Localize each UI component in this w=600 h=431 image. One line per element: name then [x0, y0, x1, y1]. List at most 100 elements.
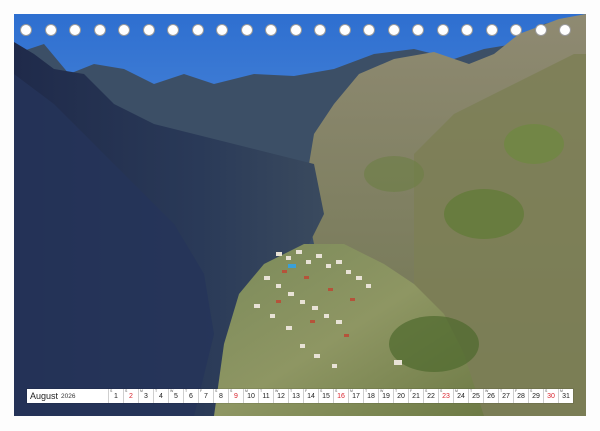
- binding-hole: [191, 24, 204, 36]
- weekday-label: W: [275, 389, 279, 393]
- day-cell: S2: [124, 389, 139, 403]
- binding-hole: [167, 24, 179, 36]
- day-number: 26: [487, 393, 495, 400]
- weekday-label: S: [440, 389, 443, 393]
- day-number: 19: [382, 393, 390, 400]
- binding-hole: [20, 24, 32, 36]
- day-cell: S8: [214, 389, 229, 403]
- day-number: 25: [472, 393, 480, 400]
- day-cell: M3: [139, 389, 154, 403]
- binding-hole: [93, 24, 106, 36]
- weekday-label: T: [185, 389, 188, 393]
- day-number: 17: [352, 393, 360, 400]
- binding-hole: [387, 24, 400, 36]
- day-number: 23: [442, 393, 450, 400]
- day-number: 27: [502, 393, 510, 400]
- weekday-label: M: [455, 389, 458, 393]
- day-cell: S1: [109, 389, 124, 403]
- day-cell: S 23: [439, 389, 454, 403]
- binding-hole: [240, 24, 253, 36]
- day-cell: T6: [184, 389, 199, 403]
- day-cell: T 25: [469, 389, 484, 403]
- binding-hole: [534, 24, 547, 36]
- day-number: 9: [234, 393, 238, 400]
- day-number: 13: [292, 393, 300, 400]
- weekday-label: T: [290, 389, 293, 393]
- day-cell: T 18: [364, 389, 379, 403]
- binding-hole: [44, 24, 57, 36]
- binding-hole: [436, 24, 449, 36]
- calendar-strip: August 2026 S 1 S 2 M 3 T 4 W 5 T 6 F 7 S 8 S 9 M 10 T 11 W 12 T…: [27, 389, 573, 403]
- day-cell: T 20: [394, 389, 409, 403]
- day-cell: W 26: [484, 389, 499, 403]
- day-number: 15: [322, 393, 330, 400]
- binding-hole: [338, 24, 351, 36]
- day-number: 30: [547, 393, 555, 400]
- day-cell: T 13: [289, 389, 304, 403]
- day-number: 1: [114, 393, 118, 400]
- weekday-label: T: [155, 389, 158, 393]
- binding-hole: [412, 24, 424, 36]
- weekday-label: W: [485, 389, 489, 393]
- day-number: 18: [367, 393, 375, 400]
- spiral-binding: [20, 24, 580, 38]
- weekday-label: F: [305, 389, 308, 393]
- binding-hole: [314, 24, 326, 36]
- day-cell: F 21: [409, 389, 424, 403]
- binding-hole: [69, 24, 81, 36]
- day-number: 14: [307, 393, 315, 400]
- weekday-label: M: [350, 389, 353, 393]
- month-label: August 2026: [27, 389, 109, 403]
- binding-hole: [118, 24, 130, 36]
- binding-hole: [461, 24, 473, 36]
- day-number: 7: [204, 393, 208, 400]
- weekday-label: S: [125, 389, 128, 393]
- day-cell: F7: [199, 389, 214, 403]
- day-cell: T4: [154, 389, 169, 403]
- weekday-label: F: [515, 389, 518, 393]
- day-number: 24: [457, 393, 465, 400]
- day-cell: T 11: [259, 389, 274, 403]
- day-number: 2: [129, 393, 133, 400]
- weekday-label: M: [245, 389, 248, 393]
- day-number: 16: [337, 393, 345, 400]
- day-number: 29: [532, 393, 540, 400]
- day-cell: M 31: [559, 389, 573, 403]
- day-cell: S9: [229, 389, 244, 403]
- weekday-label: M: [140, 389, 143, 393]
- binding-hole: [363, 24, 375, 36]
- weekday-label: S: [230, 389, 233, 393]
- calendar-page: August 2026 S 1 S 2 M 3 T 4 W 5 T 6 F 7 S 8 S 9 M 10 T 11 W 12 T…: [0, 0, 600, 431]
- day-cell: W 19: [379, 389, 394, 403]
- binding-hole: [485, 24, 498, 36]
- binding-hole: [142, 24, 155, 36]
- day-cell: S 15: [319, 389, 334, 403]
- valley-photo: [14, 14, 586, 416]
- weekday-label: M: [560, 389, 563, 393]
- day-cell: S 16: [334, 389, 349, 403]
- binding-hole: [216, 24, 228, 36]
- weekday-label: S: [425, 389, 428, 393]
- day-cell: W 12: [274, 389, 289, 403]
- day-number: 11: [262, 393, 270, 400]
- weekday-label: T: [395, 389, 398, 393]
- weekday-label: W: [170, 389, 174, 393]
- binding-hole: [289, 24, 302, 36]
- weekday-label: S: [215, 389, 218, 393]
- weekday-label: T: [500, 389, 503, 393]
- day-number: 5: [174, 393, 178, 400]
- year-label: 2026: [61, 392, 76, 400]
- weekday-label: F: [200, 389, 203, 393]
- day-number: 8: [219, 393, 223, 400]
- day-cell: S 30: [544, 389, 559, 403]
- weekday-label: S: [335, 389, 338, 393]
- day-cell: F 14: [304, 389, 319, 403]
- weekday-label: T: [260, 389, 263, 393]
- weekday-label: S: [530, 389, 533, 393]
- weekday-label: S: [110, 389, 113, 393]
- binding-hole: [559, 24, 571, 36]
- binding-hole: [510, 24, 522, 36]
- weekday-label: S: [545, 389, 548, 393]
- day-number: 4: [159, 393, 163, 400]
- day-cell: M 17: [349, 389, 364, 403]
